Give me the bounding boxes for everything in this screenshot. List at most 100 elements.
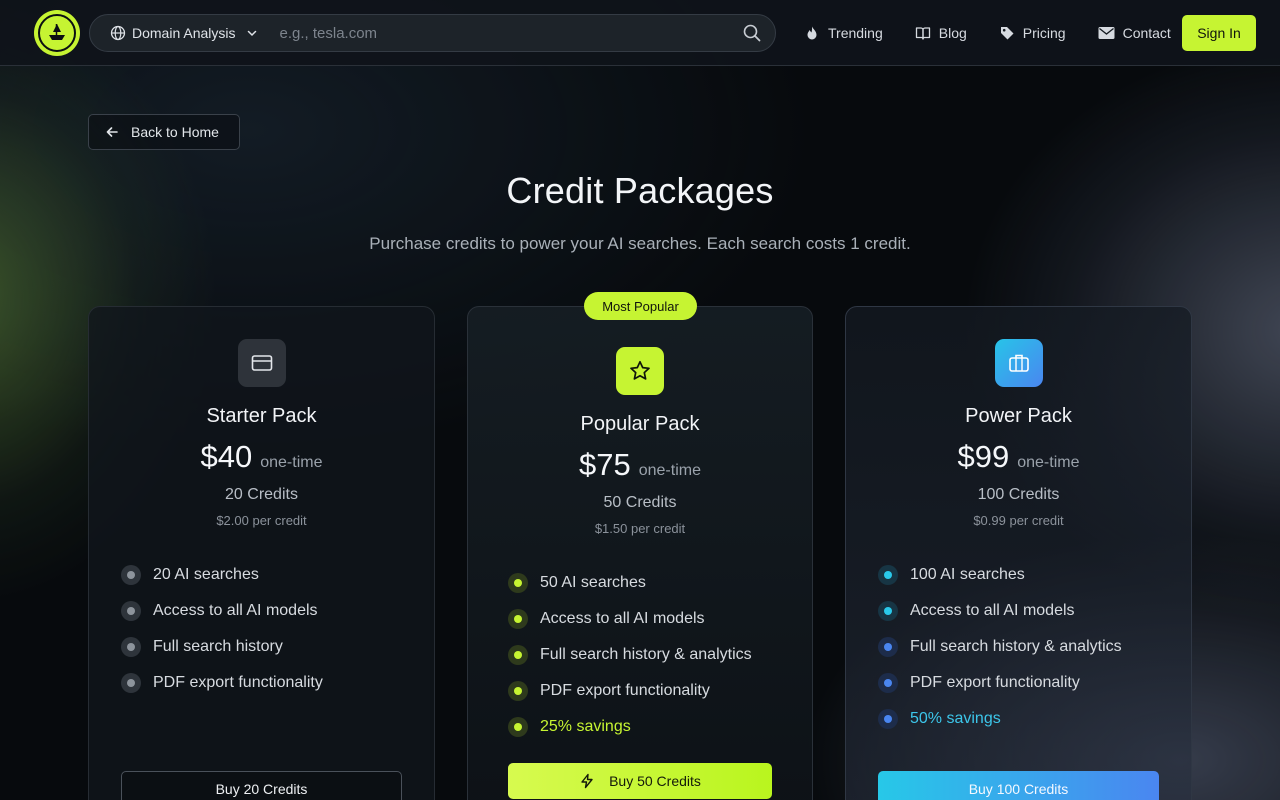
search-icon [743,24,761,42]
package-name: Power Pack [965,405,1072,427]
buy-popular-button[interactable]: Buy 50 Credits [508,763,772,799]
most-popular-badge: Most Popular [584,292,697,320]
bullet-dot-icon [508,681,528,701]
feature-item: 100 AI searches [878,557,1122,593]
bullet-dot-icon [508,609,528,629]
feature-list: 20 AI searches Access to all AI models F… [121,557,323,701]
feature-item: Full search history & analytics [508,637,752,673]
package-name: Popular Pack [580,413,700,435]
page-subtitle: Purchase credits to power your AI search… [369,234,911,253]
feature-item: Full search history [121,629,323,665]
bullet-dot-icon [508,573,528,593]
feature-list: 100 AI searches Access to all AI models … [878,557,1122,737]
price-note: one-time [1017,454,1080,471]
feature-text: Access to all AI models [153,602,318,619]
bullet-dot-icon [878,673,898,693]
bullet-dot-icon [121,565,141,585]
search-bar: Domain Analysis [89,14,776,52]
briefcase-icon [1008,354,1029,372]
feature-list: 50 AI searches Access to all AI models F… [508,565,752,745]
feature-text: Access to all AI models [540,610,705,627]
package-price: $99 [957,439,1010,474]
bullet-dot-icon [508,645,528,665]
feature-item: PDF export functionality [878,665,1122,701]
search-mode-dropdown[interactable]: Domain Analysis [90,15,268,51]
price-row: $75 one-time [468,447,812,483]
feature-text: Full search history [153,638,283,655]
bullet-dot-icon [878,601,898,621]
package-price: $40 [200,439,253,474]
feature-item: Access to all AI models [121,593,323,629]
bullet-dot-icon [121,601,141,621]
per-credit-price: $1.50 per credit [594,521,686,536]
card-icon-box [237,339,286,387]
price-note: one-time [260,454,323,471]
feature-item: 20 AI searches [121,557,323,593]
package-credits: 50 Credits [603,494,677,511]
price-row: $40 one-time [89,439,434,475]
nav-link-label: Trending [828,25,883,41]
card-icon-box [994,339,1043,387]
sign-in-button[interactable]: Sign In [1182,15,1256,51]
package-name: Starter Pack [206,405,317,427]
bullet-dot-icon [878,565,898,585]
flame-icon [807,26,817,40]
top-navbar: Domain Analysis Trending Blog [0,0,1280,66]
page-title: Credit Packages [506,170,774,211]
feature-item: Access to all AI models [878,593,1122,629]
feature-text: Access to all AI models [910,602,1075,619]
nav-link-pricing[interactable]: Pricing [999,16,1066,50]
buy-button-label: Buy 20 Credits [215,781,308,797]
feature-text: Full search history & analytics [540,646,752,663]
back-button-label: Back to Home [131,124,219,140]
feature-item: PDF export functionality [508,673,752,709]
tag-icon [1000,27,1014,40]
logo[interactable] [34,10,80,56]
package-credits: 20 Credits [225,486,298,503]
package-card-power: Power Pack $99 one-time 100 Credits $0.9… [845,306,1192,800]
feature-text: PDF export functionality [153,674,323,691]
feature-text: PDF export functionality [540,682,710,699]
nav-link-label: Blog [938,25,967,41]
package-card-starter: Starter Pack $40 one-time 20 Credits $2.… [88,306,435,800]
lightning-icon [581,773,593,789]
feature-text: 100 AI searches [910,566,1025,583]
book-icon [915,27,930,40]
feature-text: PDF export functionality [910,674,1080,691]
feature-item-savings: 25% savings [508,709,752,745]
nav-link-contact[interactable]: Contact [1098,16,1171,50]
nav-link-label: Contact [1122,25,1171,41]
feature-item: Full search history & analytics [878,629,1122,665]
bullet-dot-icon [121,637,141,657]
per-credit-price: $0.99 per credit [973,513,1064,528]
search-button[interactable] [729,15,775,51]
logo-mark [38,14,76,52]
arrow-left-icon [106,127,118,137]
per-credit-price: $2.00 per credit [216,513,307,528]
package-card-popular: Most Popular Popular Pack $75 one-time 5… [467,292,813,800]
bullet-dot-icon [878,637,898,657]
mail-icon [1098,27,1115,39]
globe-icon [110,25,126,41]
buy-starter-button[interactable]: Buy 20 Credits [121,771,402,800]
package-price: $75 [579,447,631,482]
bullet-dot-icon [121,673,141,693]
nav-link-blog[interactable]: Blog [915,16,967,50]
feature-text: 20 AI searches [153,566,259,583]
star-icon [630,360,650,380]
nav-link-trending[interactable]: Trending [804,16,883,50]
buy-button-label: Buy 100 Credits [968,781,1069,797]
search-input[interactable] [267,15,729,51]
buy-power-button[interactable]: Buy 100 Credits [878,771,1159,800]
buy-button-label: Buy 50 Credits [609,773,701,789]
back-to-home-button[interactable]: Back to Home [88,114,240,150]
feature-item: Access to all AI models [508,601,752,637]
nav-link-label: Pricing [1022,25,1066,41]
bullet-dot-icon [878,709,898,729]
package-credits: 100 Credits [977,486,1060,503]
feature-text: 50 AI searches [540,574,646,591]
chevron-down-icon [247,30,256,37]
price-row: $99 one-time [846,439,1191,475]
feature-text: 50% savings [910,710,1001,727]
card-icon-box [616,347,664,395]
